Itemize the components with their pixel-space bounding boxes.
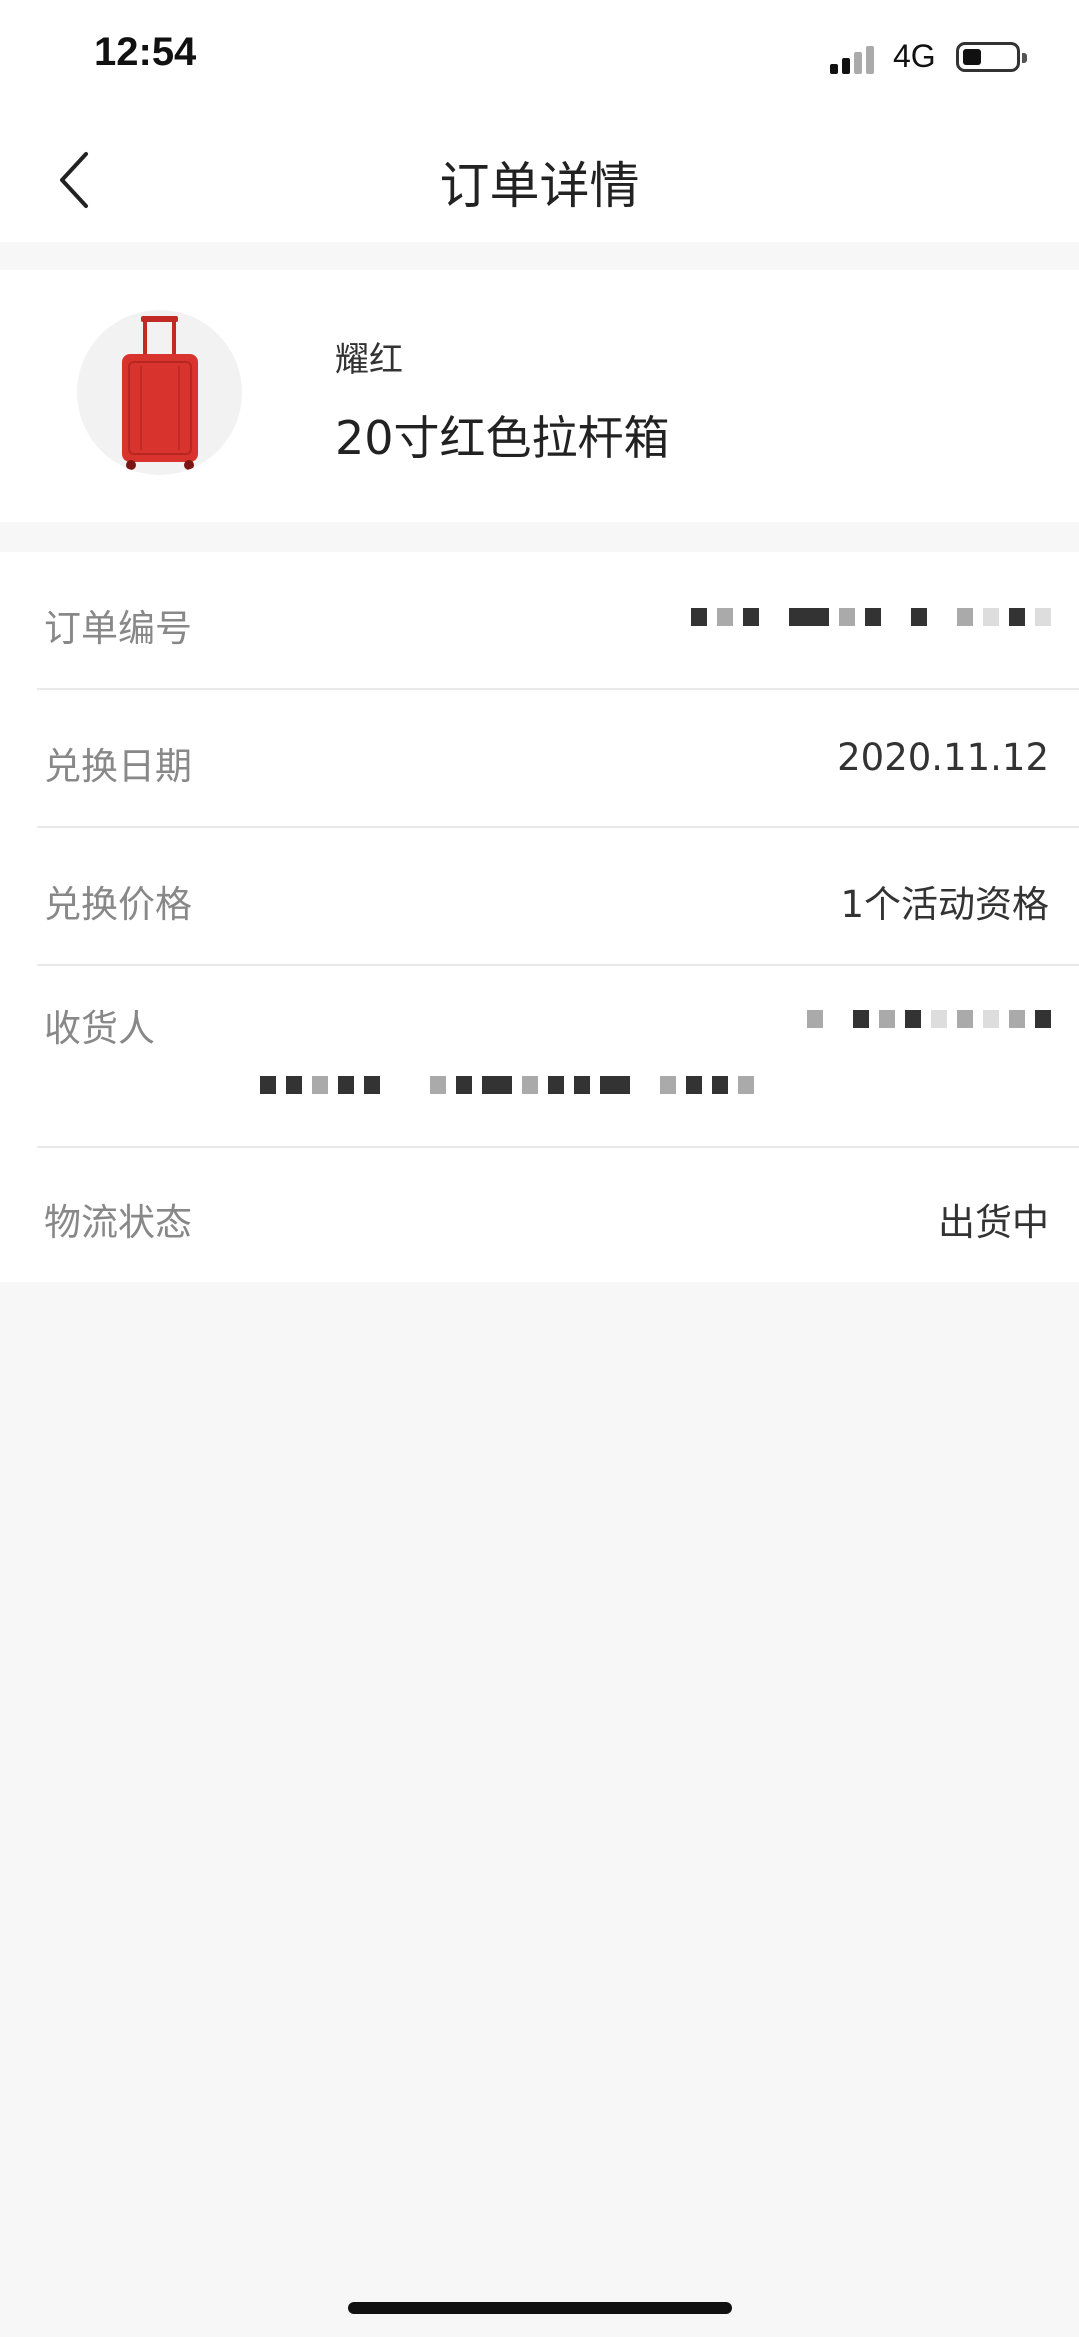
network-type: 4G xyxy=(893,38,936,74)
signal-icon xyxy=(830,44,878,74)
order-details: 订单编号 兑换日期 2020.11.12 兑换价格 1个活动资格 收货人 物流状… xyxy=(0,552,1079,1282)
page-title: 订单详情 xyxy=(439,157,640,215)
recipient-address-redacted xyxy=(260,1076,764,1094)
recipient-name-redacted xyxy=(807,1010,1061,1028)
logistics-label: 物流状态 xyxy=(44,1201,192,1244)
status-bar: 12:54 4G xyxy=(0,0,1079,120)
logistics-value: 出货中 xyxy=(938,1201,1049,1244)
product-card[interactable]: 耀红 20寸红色拉杆箱 xyxy=(0,270,1079,522)
status-time: 12:54 xyxy=(94,30,197,74)
exchange-date-value: 2020.11.12 xyxy=(837,736,1049,779)
product-name: 20寸红色拉杆箱 xyxy=(335,411,670,465)
recipient-row: 收货人 xyxy=(0,966,1079,1148)
order-number-label: 订单编号 xyxy=(44,607,192,650)
product-brand: 耀红 xyxy=(335,340,403,380)
recipient-label: 收货人 xyxy=(44,1007,155,1050)
nav-bar: 订单详情 xyxy=(0,120,1079,242)
order-number-row: 订单编号 xyxy=(0,552,1079,689)
exchange-price-label: 兑换价格 xyxy=(44,883,192,926)
battery-icon xyxy=(956,42,1027,72)
exchange-price-row: 兑换价格 1个活动资格 xyxy=(0,828,1079,965)
product-image xyxy=(77,310,242,475)
exchange-price-value: 1个活动资格 xyxy=(840,883,1049,926)
exchange-date-label: 兑换日期 xyxy=(44,745,192,788)
order-number-redacted xyxy=(691,608,1061,626)
logistics-row: 物流状态 出货中 xyxy=(0,1148,1079,1282)
exchange-date-row: 兑换日期 2020.11.12 xyxy=(0,690,1079,827)
home-indicator[interactable] xyxy=(348,2302,732,2314)
